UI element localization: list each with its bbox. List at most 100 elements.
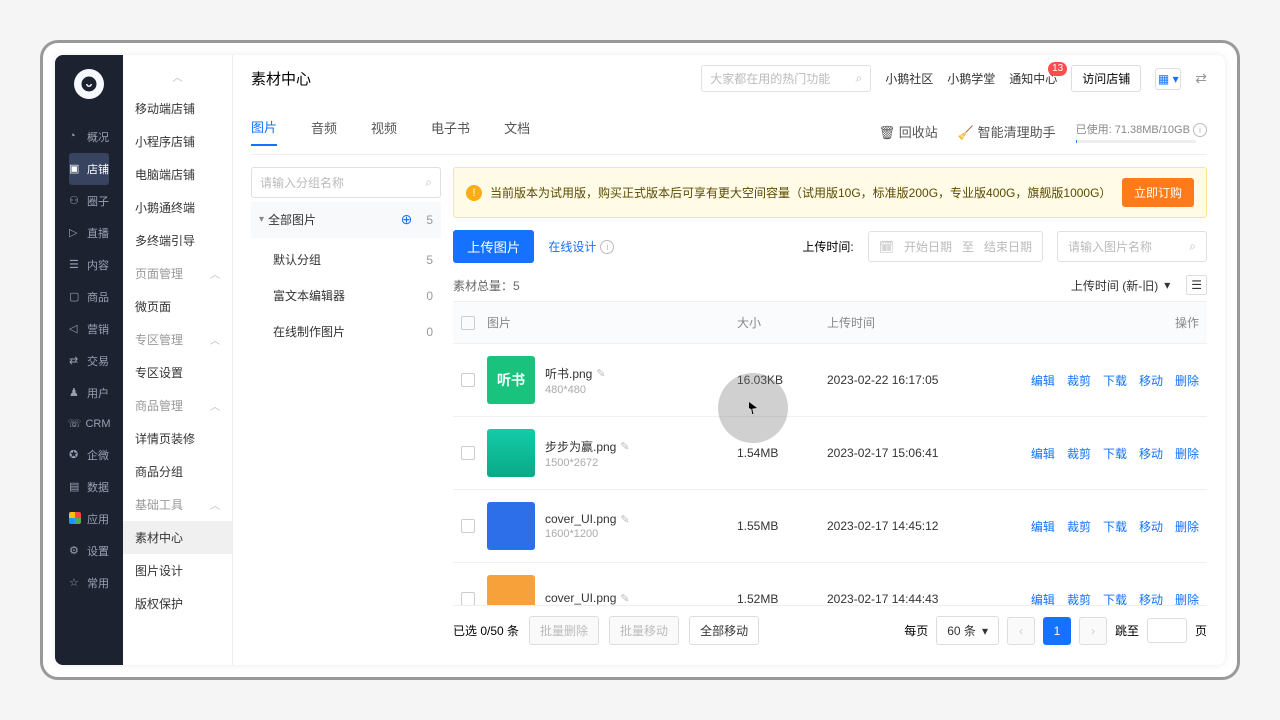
tab-2[interactable]: 视频	[371, 118, 397, 145]
row-action[interactable]: 删除	[1175, 591, 1199, 606]
row-action[interactable]: 编辑	[1031, 518, 1055, 535]
row-action[interactable]: 编辑	[1031, 372, 1055, 389]
next-page-button[interactable]: ›	[1079, 617, 1107, 645]
page-size-select[interactable]: 60 条▾	[936, 616, 999, 645]
batch-delete-button[interactable]: 批量删除	[529, 616, 599, 645]
nav-item-star[interactable]: ☆常用	[65, 567, 113, 599]
tab-0[interactable]: 图片	[251, 117, 277, 146]
subnav-item[interactable]: 移动端店铺	[123, 92, 232, 125]
nav-item-doc[interactable]: ☰内容	[65, 249, 113, 281]
folder-item[interactable]: 在线制作图片0	[251, 314, 441, 350]
subnav-group-header[interactable]: 页面管理︿	[123, 257, 232, 290]
subscribe-button[interactable]: 立即订购	[1122, 178, 1194, 207]
row-action[interactable]: 移动	[1139, 372, 1163, 389]
subnav-item[interactable]: 图片设计	[123, 554, 232, 587]
link-school[interactable]: 小鹅学堂	[947, 70, 995, 87]
subnav-collapse[interactable]: ︿	[123, 61, 232, 92]
subnav-item[interactable]: 专区设置	[123, 356, 232, 389]
row-action[interactable]: 编辑	[1031, 445, 1055, 462]
subnav-item[interactable]: 素材中心	[123, 521, 232, 554]
batch-move-button[interactable]: 批量移动	[609, 616, 679, 645]
link-notifications[interactable]: 通知中心 13	[1009, 70, 1057, 87]
row-action[interactable]: 下载	[1103, 445, 1127, 462]
smart-cleanup-link[interactable]: 🧹 智能清理助手	[958, 122, 1056, 141]
nav-item-clock[interactable]: ◔概况	[65, 121, 113, 153]
row-checkbox[interactable]	[461, 446, 475, 460]
nav-item-wechat[interactable]: ✪企微	[65, 439, 113, 471]
edit-icon[interactable]: ✎	[596, 367, 605, 380]
row-action[interactable]: 移动	[1139, 591, 1163, 606]
nav-item-apps[interactable]: 应用	[65, 503, 113, 535]
nav-item-chart[interactable]: ▤数据	[65, 471, 113, 503]
link-community[interactable]: 小鹅社区	[885, 70, 933, 87]
file-thumbnail[interactable]	[487, 502, 535, 550]
row-action[interactable]: 裁剪	[1067, 591, 1091, 606]
row-action[interactable]: 下载	[1103, 591, 1127, 606]
transfer-icon[interactable]: ⇄	[1195, 70, 1207, 87]
nav-item-video[interactable]: ▷直播	[65, 217, 113, 249]
row-action[interactable]: 编辑	[1031, 591, 1055, 606]
row-checkbox[interactable]	[461, 592, 475, 605]
row-action[interactable]: 移动	[1139, 445, 1163, 462]
nav-item-crm[interactable]: ☏CRM	[65, 409, 113, 439]
subnav-item[interactable]: 微页面	[123, 290, 232, 323]
select-all-checkbox[interactable]	[461, 316, 475, 330]
tab-4[interactable]: 文档	[504, 118, 530, 145]
subnav-item[interactable]: 电脑端店铺	[123, 158, 232, 191]
folder-item[interactable]: 富文本编辑器0	[251, 278, 441, 314]
folder-item[interactable]: 默认分组5	[251, 242, 441, 278]
nav-item-bag[interactable]: ▢商品	[65, 281, 113, 313]
tab-1[interactable]: 音频	[311, 118, 337, 145]
info-icon[interactable]: i	[600, 240, 614, 254]
global-search[interactable]: 大家都在用的热门功能 ⌕	[701, 65, 871, 92]
subnav-item[interactable]: 版权保护	[123, 587, 232, 620]
row-checkbox[interactable]	[461, 373, 475, 387]
nav-item-swap[interactable]: ⇄交易	[65, 345, 113, 377]
subnav-item[interactable]: 多终端引导	[123, 224, 232, 257]
visit-store-button[interactable]: 访问店铺	[1071, 65, 1141, 92]
nav-item-user[interactable]: ♟用户	[65, 377, 113, 409]
subnav-group-header[interactable]: 基础工具︿	[123, 488, 232, 521]
row-action[interactable]: 删除	[1175, 518, 1199, 535]
tab-3[interactable]: 电子书	[431, 118, 470, 145]
subnav-item[interactable]: 小鹅通终端	[123, 191, 232, 224]
edit-icon[interactable]: ✎	[620, 592, 629, 605]
subnav-item[interactable]: 小程序店铺	[123, 125, 232, 158]
nav-item-users[interactable]: ⚇圈子	[65, 185, 113, 217]
row-action[interactable]: 下载	[1103, 518, 1127, 535]
date-range-picker[interactable]: 🗓 开始日期 至 结束日期	[868, 231, 1043, 262]
file-thumbnail[interactable]	[487, 575, 535, 605]
row-action[interactable]: 裁剪	[1067, 372, 1091, 389]
nav-item-store[interactable]: ▣店铺	[69, 153, 109, 185]
info-icon[interactable]: i	[1193, 123, 1207, 137]
row-action[interactable]: 删除	[1175, 445, 1199, 462]
sort-select[interactable]: 上传时间 (新-旧) ▾ ☰	[1071, 275, 1207, 295]
folder-all[interactable]: ▾ 全部图片 ⊕ 5	[251, 202, 441, 238]
subnav-item[interactable]: 商品分组	[123, 455, 232, 488]
folder-search-input[interactable]: 请输入分组名称 ⌕	[251, 167, 441, 198]
row-action[interactable]: 裁剪	[1067, 518, 1091, 535]
row-action[interactable]: 下载	[1103, 372, 1127, 389]
add-folder-icon[interactable]: ⊕	[401, 211, 413, 228]
row-action[interactable]: 裁剪	[1067, 445, 1091, 462]
prev-page-button[interactable]: ‹	[1007, 617, 1035, 645]
edit-icon[interactable]: ✎	[620, 513, 629, 526]
jump-page-input[interactable]	[1147, 618, 1187, 643]
recycle-bin-link[interactable]: 🗑 回收站	[879, 122, 938, 141]
row-action[interactable]: 移动	[1139, 518, 1163, 535]
store-switcher-icon[interactable]: ▦ ▾	[1155, 68, 1181, 90]
subnav-item[interactable]: 详情页装修	[123, 422, 232, 455]
row-action[interactable]: 删除	[1175, 372, 1199, 389]
edit-icon[interactable]: ✎	[620, 440, 629, 453]
subnav-group-header[interactable]: 商品管理︿	[123, 389, 232, 422]
nav-item-gear[interactable]: ⚙设置	[65, 535, 113, 567]
nav-item-horn[interactable]: ◁营销	[65, 313, 113, 345]
subnav-group-header[interactable]: 专区管理︿	[123, 323, 232, 356]
file-thumbnail[interactable]: 听书	[487, 356, 535, 404]
move-all-button[interactable]: 全部移动	[689, 616, 759, 645]
list-view-icon[interactable]: ☰	[1186, 275, 1207, 295]
online-design-link[interactable]: 在线设计 i	[548, 238, 614, 255]
file-thumbnail[interactable]	[487, 429, 535, 477]
page-number-button[interactable]: 1	[1043, 617, 1071, 645]
row-checkbox[interactable]	[461, 519, 475, 533]
